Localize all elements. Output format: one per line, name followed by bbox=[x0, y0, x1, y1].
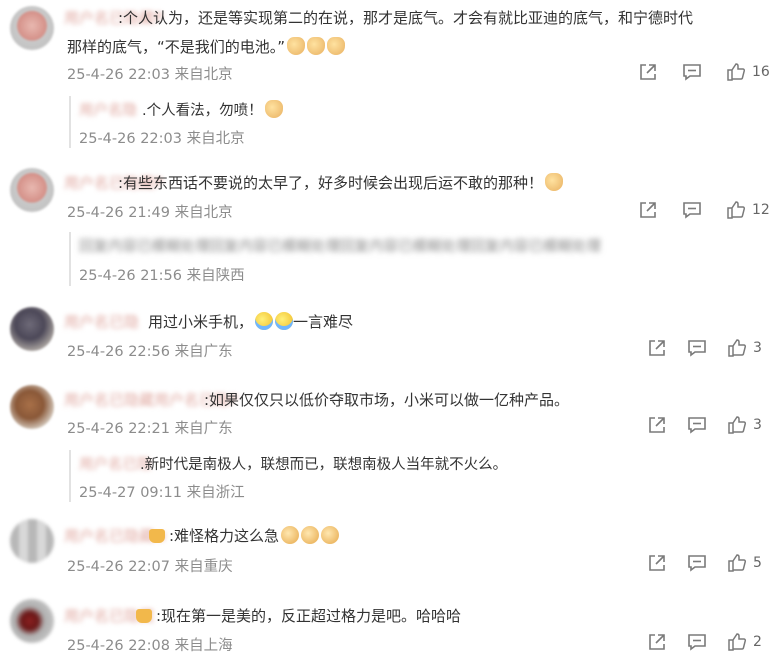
ok-hand-emoji-icon bbox=[307, 37, 326, 55]
reply-text: .新时代是南极人，联想而已，联想南极人当年就不火么。 bbox=[140, 457, 508, 473]
reply-button[interactable] bbox=[687, 553, 707, 573]
share-button[interactable] bbox=[647, 415, 667, 435]
share-button[interactable] bbox=[647, 553, 667, 573]
comment-meta: 25-4-26 21:49 来自北京 bbox=[67, 205, 233, 221]
avatar[interactable] bbox=[10, 6, 54, 50]
doge-emoji-icon bbox=[321, 526, 340, 544]
avatar[interactable] bbox=[10, 307, 54, 351]
comment-actions: 3 bbox=[647, 415, 762, 435]
comment-icon bbox=[688, 417, 706, 434]
comment-icon bbox=[683, 64, 701, 81]
doge-emoji-icon bbox=[281, 526, 300, 544]
reply-meta: 25-4-26 22:03 来自北京 bbox=[79, 131, 245, 147]
comment-actions: 3 bbox=[647, 338, 762, 358]
crying-laugh-emoji-icon bbox=[275, 312, 294, 330]
praying-hands-emoji-icon bbox=[264, 100, 283, 118]
comment-item: 用户名已隐藏P :有些东西话不要说的太早了，好多时候会出现后运不敢的那种！ 25… bbox=[0, 162, 774, 292]
share-button[interactable] bbox=[638, 62, 658, 82]
comment-text-continued: 那样的底气，“不是我们的电池。” bbox=[67, 36, 346, 57]
comment-text: :现在第一是美的，反正超过格力是吧。哈哈哈 bbox=[136, 605, 461, 626]
like-button[interactable]: 3 bbox=[727, 415, 762, 435]
like-button[interactable]: 3 bbox=[727, 338, 762, 358]
reply-button[interactable] bbox=[682, 200, 702, 220]
comment-item: 用户名已隐 用过小米手机， 一言难尽 25-4-26 22:56 来自广东 3 bbox=[0, 300, 774, 375]
reply-button[interactable] bbox=[687, 338, 707, 358]
comment-item: 用户名已隐藏w :难怪格力这么急 25-4-26 22:07 来自重庆 5 bbox=[0, 512, 774, 590]
share-icon bbox=[649, 555, 665, 571]
comment-icon bbox=[683, 202, 701, 219]
comment-icon bbox=[688, 634, 706, 651]
reply-divider bbox=[69, 96, 71, 148]
avatar[interactable] bbox=[10, 168, 54, 212]
comment-meta: 25-4-26 22:08 来自上海 bbox=[67, 638, 233, 654]
like-button[interactable]: 12 bbox=[726, 200, 770, 220]
reply-text: .个人看法，勿喷！ bbox=[142, 99, 283, 120]
thumbs-up-icon bbox=[728, 633, 747, 651]
comment-meta: 25-4-26 22:56 来自广东 bbox=[67, 344, 233, 360]
praying-hands-emoji-icon bbox=[545, 173, 564, 191]
reply-button[interactable] bbox=[687, 632, 707, 652]
username[interactable]: 用户名已隐 bbox=[64, 311, 139, 332]
comment-item: 用户名已隐藏 :现在第一是美的，反正超过格力是吧。哈哈哈 25-4-26 22:… bbox=[0, 592, 774, 666]
like-count: 3 bbox=[753, 417, 762, 433]
like-count: 2 bbox=[753, 634, 762, 650]
like-button[interactable]: 2 bbox=[727, 632, 762, 652]
reply-button[interactable] bbox=[682, 62, 702, 82]
vip-badge-icon bbox=[136, 609, 152, 623]
vip-badge-icon bbox=[149, 529, 165, 543]
reply-divider bbox=[69, 232, 71, 286]
reply-meta: 25-4-27 09:11 来自浙江 bbox=[79, 485, 245, 501]
share-button[interactable] bbox=[647, 338, 667, 358]
comment-actions: 16 bbox=[638, 62, 770, 82]
comment-meta: 25-4-26 22:21 来自广东 bbox=[67, 421, 233, 437]
like-count: 16 bbox=[752, 64, 770, 80]
reply-divider bbox=[69, 450, 71, 502]
comment-text: 用过小米手机， 一言难尽 bbox=[148, 312, 354, 331]
comment-actions: 12 bbox=[638, 200, 770, 220]
comment-text: :难怪格力这么急 bbox=[149, 525, 340, 546]
comment-item: 用户名已隐藏P :个人认为，还是等实现第二的在说，那才是底气。才会有就比亚迪的底… bbox=[0, 0, 774, 160]
thumbs-up-emoji-icon bbox=[327, 37, 346, 55]
reply-meta: 25-4-26 21:56 来自陕西 bbox=[79, 268, 245, 284]
thumbs-up-icon bbox=[728, 416, 747, 434]
comment-icon bbox=[688, 555, 706, 572]
avatar[interactable] bbox=[10, 599, 54, 643]
share-icon bbox=[640, 64, 656, 80]
comment-meta: 25-4-26 22:07 来自重庆 bbox=[67, 559, 233, 575]
comment-icon bbox=[688, 340, 706, 357]
reply-button[interactable] bbox=[687, 415, 707, 435]
reply-text-redacted: 回复内容已模糊处理回复内容已模糊处理回复内容已模糊处理回复内容已模糊处理 bbox=[79, 239, 601, 255]
like-button[interactable]: 16 bbox=[726, 62, 770, 82]
comment-actions: 2 bbox=[647, 632, 762, 652]
like-count: 5 bbox=[753, 555, 762, 571]
share-button[interactable] bbox=[638, 200, 658, 220]
comment-text: :如果仅仅只以低价夺取市场，小米可以做一亿种产品。 bbox=[204, 391, 570, 409]
comment-actions: 5 bbox=[647, 553, 762, 573]
crying-laugh-emoji-icon bbox=[255, 312, 274, 330]
thumbs-up-icon bbox=[727, 63, 746, 81]
comment-item: 用户名已隐藏用户名已隐P :如果仅仅只以低价夺取市场，小米可以做一亿种产品。 2… bbox=[0, 378, 774, 508]
like-button[interactable]: 5 bbox=[727, 553, 762, 573]
share-icon bbox=[640, 202, 656, 218]
ok-hand-emoji-icon bbox=[287, 37, 306, 55]
thumbs-up-icon bbox=[728, 554, 747, 572]
comment-text: :个人认为，还是等实现第二的在说，那才是底气。才会有就比亚迪的底气，和宁德时代 bbox=[118, 9, 694, 27]
share-icon bbox=[649, 417, 665, 433]
thumbs-up-icon bbox=[728, 339, 747, 357]
like-count: 3 bbox=[753, 340, 762, 356]
avatar[interactable] bbox=[10, 519, 54, 563]
comment-meta: 25-4-26 22:03 来自北京 bbox=[67, 67, 233, 83]
share-icon bbox=[649, 340, 665, 356]
share-icon bbox=[649, 634, 665, 650]
thumbs-up-icon bbox=[727, 201, 746, 219]
like-count: 12 bbox=[752, 202, 770, 218]
share-button[interactable] bbox=[647, 632, 667, 652]
comment-text: :有些东西话不要说的太早了，好多时候会出现后运不敢的那种！ bbox=[118, 172, 564, 193]
doge-emoji-icon bbox=[301, 526, 320, 544]
reply-username[interactable]: 用户名隐 bbox=[79, 99, 137, 120]
avatar[interactable] bbox=[10, 385, 54, 429]
